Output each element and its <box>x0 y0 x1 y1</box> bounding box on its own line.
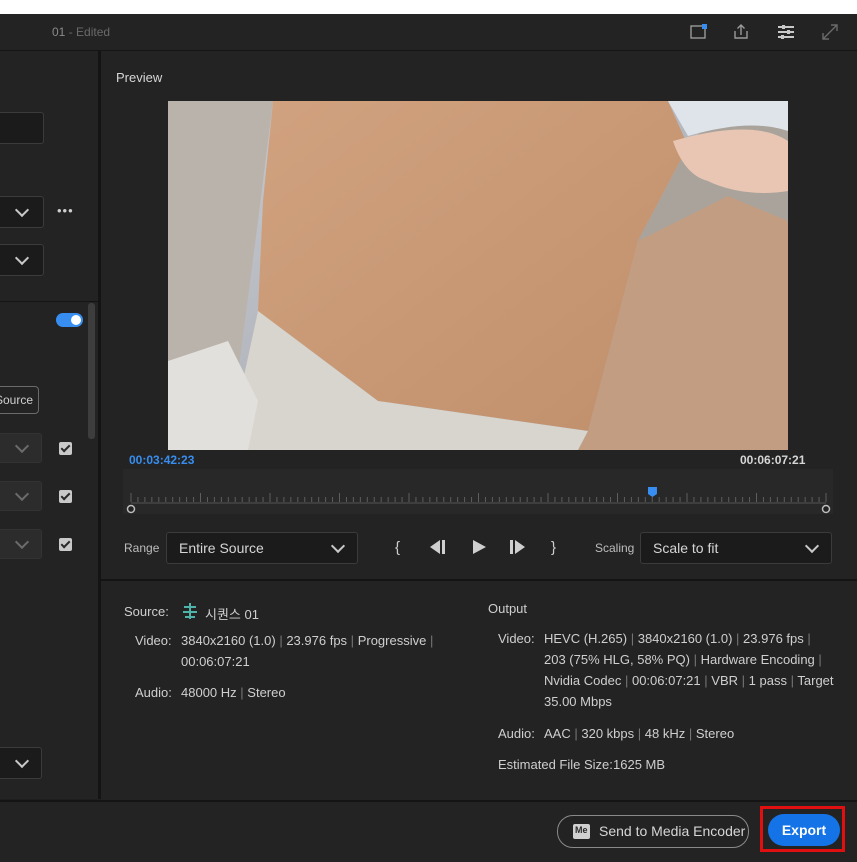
more-options-icon[interactable]: ••• <box>57 203 74 218</box>
source-audio-label: Audio: <box>135 685 172 700</box>
sequence-icon <box>181 602 199 625</box>
export-highlight-box <box>760 806 845 852</box>
preview-image <box>168 101 788 450</box>
out-point-handle[interactable] <box>821 504 831 514</box>
title-bar: 01 - Edited <box>0 14 857 51</box>
chevron-down-icon <box>804 538 820 554</box>
file-name-field[interactable] <box>0 112 44 144</box>
output-video-info: HEVC (H.265) | 3840x2160 (1.0) | 23.976 … <box>544 631 834 709</box>
top-edge <box>0 0 857 14</box>
chevron-down-icon <box>14 202 30 218</box>
output-video-label: Video: <box>498 631 535 646</box>
source-audio-info: 48000 Hz | Stereo <box>181 685 286 700</box>
range-dropdown[interactable]: Entire Source <box>166 532 358 564</box>
chevron-down-icon <box>330 538 346 554</box>
timeline-ticks <box>126 493 831 514</box>
timeline-scrubber[interactable] <box>123 469 833 514</box>
set-in-point-icon[interactable]: { <box>393 537 405 562</box>
match-source-button[interactable]: Source <box>0 386 39 414</box>
output-label: Output <box>488 601 528 616</box>
scaling-dropdown[interactable]: Scale to fit <box>640 532 832 564</box>
source-label: Source: <box>124 604 169 619</box>
document-title: 01 - Edited <box>52 25 110 39</box>
chevron-down-icon <box>14 753 30 769</box>
frame-rate-checkbox[interactable] <box>59 490 72 503</box>
queue-settings-icon[interactable] <box>776 22 796 42</box>
field-order-checkbox[interactable] <box>59 538 72 551</box>
field-order-dropdown[interactable] <box>0 529 42 559</box>
duration-timecode: 00:06:07:21 <box>740 453 806 467</box>
current-timecode[interactable]: 00:03:42:23 <box>129 453 194 467</box>
frame-rate-dropdown[interactable] <box>0 481 42 511</box>
doc-status: - Edited <box>68 25 111 39</box>
scaling-label: Scaling <box>595 541 635 555</box>
export-settings-panel: ••• Source <box>0 51 98 799</box>
chevron-down-icon <box>14 250 30 266</box>
chevron-down-icon <box>14 486 30 502</box>
output-audio-label: Audio: <box>498 726 535 741</box>
video-toggle[interactable] <box>56 313 83 327</box>
set-out-point-icon[interactable]: } <box>549 537 561 562</box>
frame-size-dropdown[interactable] <box>0 433 42 463</box>
file-size-label: Estimated File Size: <box>498 757 613 772</box>
output-audio-info: AAC | 320 kbps | 48 kHz | Stereo <box>544 726 735 741</box>
scrollbar[interactable] <box>88 303 95 439</box>
file-size-value: 1625 MB <box>613 757 666 772</box>
svg-text:}: } <box>551 539 556 556</box>
toggle-knob <box>71 315 81 325</box>
media-encoder-label: Send to Media Encoder <box>599 823 746 839</box>
share-icon[interactable] <box>731 22 751 42</box>
preview-panel: Preview 00:03:42:23 00:06:07:21 Range En… <box>101 51 857 579</box>
chevron-down-icon <box>14 534 30 550</box>
svg-text:{: { <box>395 539 400 556</box>
send-to-media-encoder-button[interactable]: Me Send to Media Encoder <box>557 815 749 848</box>
in-point-handle[interactable] <box>126 504 136 514</box>
frame-size-checkbox[interactable] <box>59 442 72 455</box>
expand-icon[interactable] <box>820 22 840 42</box>
play-icon[interactable] <box>471 539 487 560</box>
range-label: Range <box>124 541 160 555</box>
step-forward-icon[interactable] <box>508 539 528 560</box>
format-dropdown[interactable] <box>0 244 44 276</box>
summary-panel: Source: 시퀀스 01 Video: 3840x2160 (1.0) | … <box>101 579 857 801</box>
divider <box>0 301 98 302</box>
chevron-down-icon <box>14 438 30 454</box>
step-back-icon[interactable] <box>428 539 448 560</box>
source-video-label: Video: <box>135 633 172 648</box>
preset-dropdown[interactable] <box>0 196 44 228</box>
settings-dropdown[interactable] <box>0 747 42 779</box>
preview-title: Preview <box>116 70 163 85</box>
media-encoder-icon: Me <box>573 824 590 839</box>
source-video-info: 3840x2160 (1.0) | 23.976 fps | Progressi… <box>181 633 434 669</box>
source-name: 시퀀스 01 <box>205 607 259 622</box>
panel-icon[interactable] <box>689 22 709 42</box>
doc-number: 01 <box>52 25 66 39</box>
